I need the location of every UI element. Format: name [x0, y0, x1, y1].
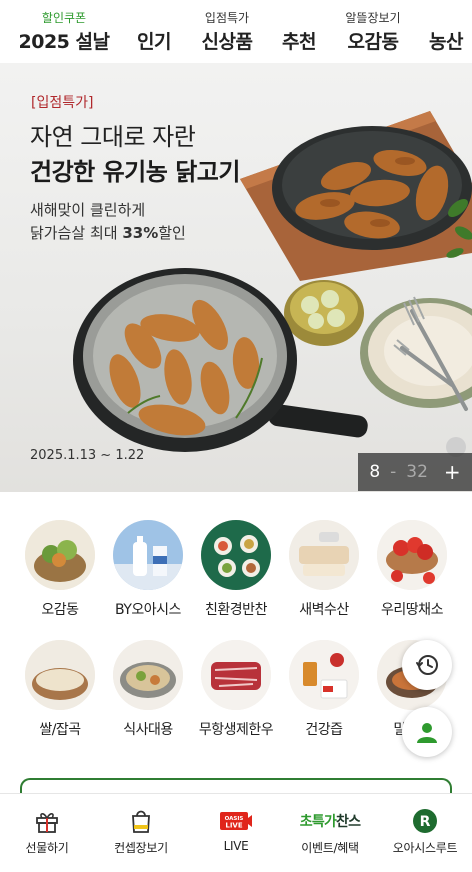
badge-chance: 찬스 [336, 814, 361, 830]
banner-title-line2: 건강한 유기농 닭고기 [30, 158, 240, 186]
banner-subtitle-line2: 닭가슴살 최대 33%할인 [30, 222, 186, 243]
live-badge-bottom: LIVE [225, 822, 242, 830]
nav-label: LIVE [223, 839, 249, 853]
banner-tag: [입점특가] [31, 95, 94, 111]
category-label: 새벽수산 [299, 602, 349, 618]
oasis-live-icon: OASIS LIVE [220, 812, 252, 830]
category-rice-grains[interactable]: 쌀/잡곡 [15, 640, 105, 739]
category-label: 친환경반찬 [205, 602, 267, 618]
nav-oasis-route[interactable]: R 오아시스루트 [378, 794, 472, 872]
badge-special-price: 초특가 [299, 814, 337, 830]
tab-2025-seollal[interactable]: 할인쿠폰 2025 설날 [14, 0, 114, 63]
category-label: 식사대용 [123, 722, 173, 738]
tomato-image [377, 520, 447, 590]
tab-label: 인기 [137, 31, 171, 53]
nav-label: 오아시스루트 [392, 841, 458, 855]
nav-label: 이벤트/혜택 [301, 841, 359, 855]
my-page-button[interactable] [402, 707, 452, 757]
meal-plate-image [113, 640, 183, 710]
top-category-tabs: 할인쿠폰 2025 설날 인기 입점특가 신상품 추천 알뜰장보기 오감동 농산 [0, 0, 472, 63]
banner-subtitle-text: 닭가슴살 최대 [30, 224, 123, 242]
tab-sup-label: 입점특가 [204, 11, 250, 25]
history-clock-icon [416, 655, 438, 675]
category-eco-side-dish[interactable]: 친환경반찬 [191, 520, 281, 619]
banner-subtitle-text: 할인 [158, 224, 186, 242]
route-badge-letter: R [420, 814, 431, 830]
basket-image [25, 520, 95, 590]
banner-title-line1: 자연 그대로 자란 [30, 123, 196, 151]
banner-discount-percent: 33% [122, 224, 159, 242]
tab-label: 농산 [429, 31, 463, 53]
milk-bottle-image [113, 520, 183, 590]
shopping-bag-icon [132, 810, 150, 833]
category-ogamdong[interactable]: 오감동 [15, 520, 105, 619]
banner-counter-total: 32 [406, 462, 428, 482]
banner-counter-current: 8 [369, 462, 381, 482]
tab-recommend[interactable]: 추천 [271, 0, 327, 63]
category-label: 무항생제한우 [198, 722, 274, 738]
category-meal-replacement[interactable]: 식사대용 [103, 640, 193, 739]
tab-label: 2025 설날 [18, 31, 110, 53]
recent-history-button[interactable] [402, 640, 452, 690]
gift-icon [36, 813, 58, 833]
tab-ogamdong[interactable]: 알뜰장보기 오감동 [337, 0, 409, 63]
category-by-oasis[interactable]: BY오아시스 [103, 520, 193, 619]
tab-new-products[interactable]: 입점특가 신상품 [194, 0, 260, 63]
rice-bowl-image [25, 640, 95, 710]
special-price-chance-icon: 초특가 찬스 [283, 806, 377, 836]
nav-events-benefits[interactable]: 초특가 찬스 이벤트/혜택 [283, 794, 377, 872]
banner-date: 2025.1.13 ~ 1.22 [30, 448, 145, 463]
bottom-navigation: 선물하기 컨셉장보기 OASIS LIVE LIVE 초특가찬스 이벤트/혜택 [0, 793, 472, 872]
tab-popular[interactable]: 인기 [127, 0, 181, 63]
tab-label: 신상품 [201, 31, 253, 53]
category-hanwoo[interactable]: 무항생제한우 [191, 640, 281, 739]
nav-label: 컨셉장보기 [114, 841, 168, 855]
banner-counter-separator: - [390, 462, 397, 482]
tab-label: 오감동 [347, 31, 399, 53]
tab-sup-label: 알뜰장보기 [345, 11, 401, 25]
tab-sup-label: 할인쿠폰 [41, 11, 87, 25]
user-icon [417, 723, 437, 743]
category-label: 우리땅채소 [381, 602, 443, 618]
category-local-vegetables[interactable]: 우리땅채소 [367, 520, 457, 619]
tab-agricultural[interactable]: 농산 [420, 0, 472, 63]
banner-expand-plus-icon[interactable]: + [444, 460, 461, 484]
category-dawn-seafood[interactable]: 새벽수산 [279, 520, 369, 619]
r-circle-icon: R [413, 809, 437, 833]
nav-label: 선물하기 [25, 841, 69, 855]
banner-page-counter[interactable]: 8 - 32 + [358, 453, 472, 491]
category-label: 오감동 [41, 602, 79, 618]
banner-subtitle-line1: 새해맞이 클린하게 [30, 201, 146, 219]
category-label: BY오아시스 [115, 602, 181, 618]
side-dish-image [201, 520, 271, 590]
nav-live[interactable]: OASIS LIVE LIVE [189, 794, 283, 872]
beef-image [201, 640, 271, 710]
category-health-juice[interactable]: 건강즙 [279, 640, 369, 739]
juice-image [289, 640, 359, 710]
nav-concept-shopping[interactable]: 컨셉장보기 [94, 794, 188, 872]
fish-fillet-image [289, 520, 359, 590]
nav-gift[interactable]: 선물하기 [0, 794, 94, 872]
promo-banner[interactable]: [입점특가] 자연 그대로 자란 건강한 유기농 닭고기 새해맞이 클린하게 닭… [0, 63, 472, 492]
category-label: 쌀/잡곡 [39, 722, 81, 738]
category-label: 건강즙 [305, 722, 343, 738]
tab-label: 추천 [282, 31, 316, 53]
